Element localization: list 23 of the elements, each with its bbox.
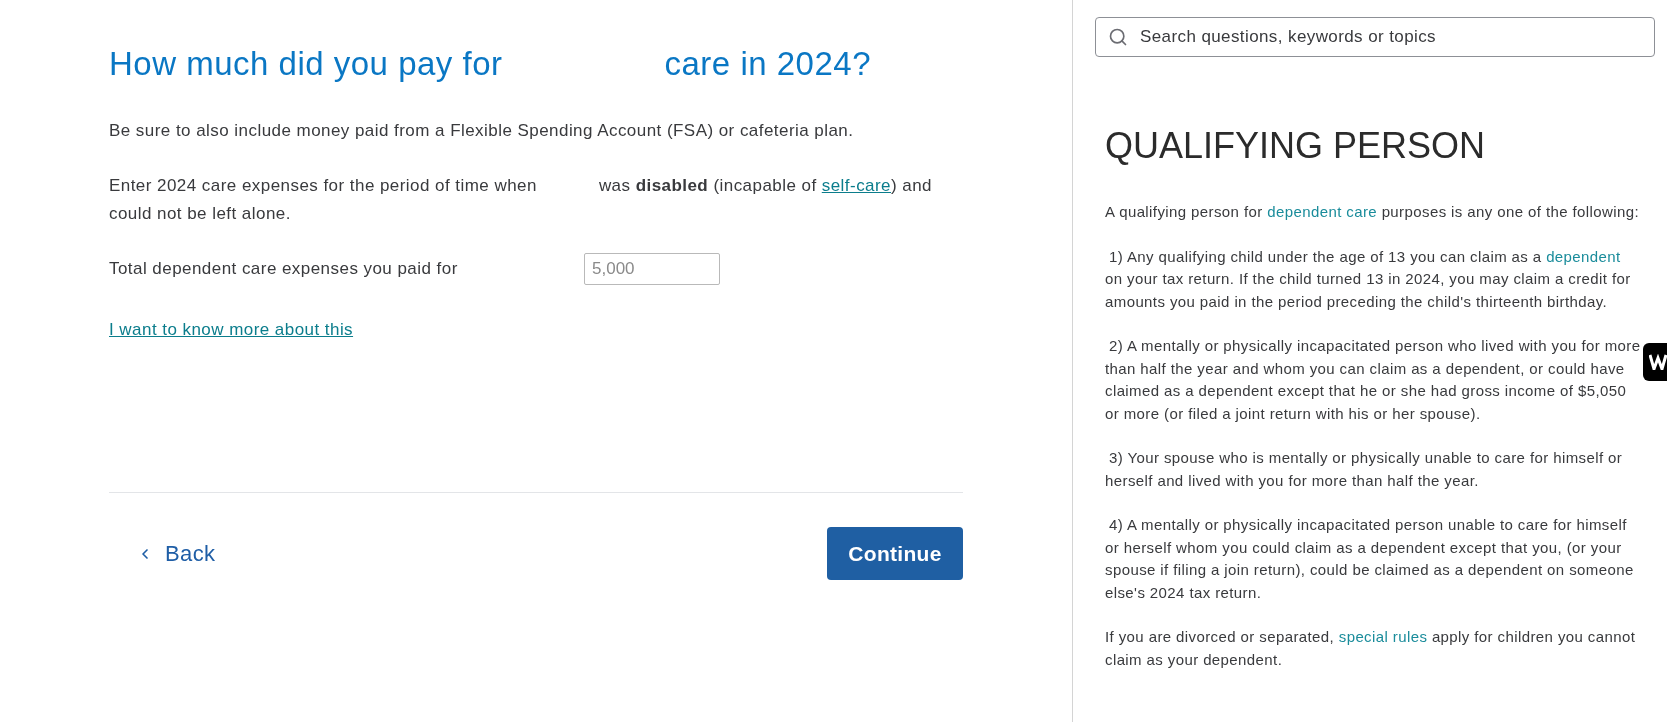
back-button[interactable]: Back — [137, 537, 216, 570]
continue-button[interactable]: Continue — [827, 527, 963, 580]
intro-text: Be sure to also include money paid from a Flexible Spending Account (FSA) or cafeteria plan. — [109, 120, 855, 142]
help-link[interactable]: dependent care — [1267, 203, 1378, 220]
help-text: If you are divorced or separated, special rules apply for children you cannot claim as your dependent. — [1105, 627, 1637, 670]
amount-input[interactable]: 5,000 — [584, 253, 720, 285]
field-label: Total dependent care expenses you paid for — [109, 258, 459, 280]
search-field[interactable]: Search questions, keywords or topics — [1095, 17, 1655, 57]
instruction-text: Enter 2024 care expenses for the period of time when was disabled (incapable of self-care) and could not be left alone. — [109, 175, 933, 225]
help-text: 4) A mentally or physically incapacitated person unable to care for himself or herself whom you could claim as a dependent except that you, (or your spouse if filing a join return), could be claimed as a dependent on someone else's 2024 tax return. — [1105, 515, 1635, 603]
more-info-link[interactable]: I want to know more about this — [109, 318, 354, 342]
help-text: 1) Any qualifying child under the age of 13 you can claim as a dependent on your tax return. If the child turned 13 in 2024, you may claim a credit for amounts you paid in the period preceding the child's thirteenth birthday. — [1105, 246, 1632, 312]
help-title: QUALIFYING PERSON — [1105, 124, 1487, 168]
logo-icon — [1649, 354, 1667, 370]
help-text: A qualifying person for dependent care purposes is any one of the following: — [1105, 202, 1641, 222]
page-heading: How much did you pay for care in 2024? — [109, 44, 872, 84]
help-link[interactable]: special rules — [1338, 628, 1428, 645]
help-text: 2) A mentally or physically incapacitated person who lived with you for more than half the year and whom you can claim as a dependent, or could have claimed as a dependent except that he or she had gross income of $5,050 or more (or filed a joint return with his or her spouse). — [1105, 336, 1642, 424]
self-care-link[interactable]: self-care — [821, 176, 891, 195]
help-link[interactable]: dependent — [1546, 247, 1621, 265]
help-text: 3) Your spouse who is mentally or physically unable to care for himself or herself and lived with you for more than half the year. — [1105, 448, 1624, 491]
floating-tab[interactable] — [1643, 343, 1667, 381]
search-icon — [1108, 27, 1128, 47]
